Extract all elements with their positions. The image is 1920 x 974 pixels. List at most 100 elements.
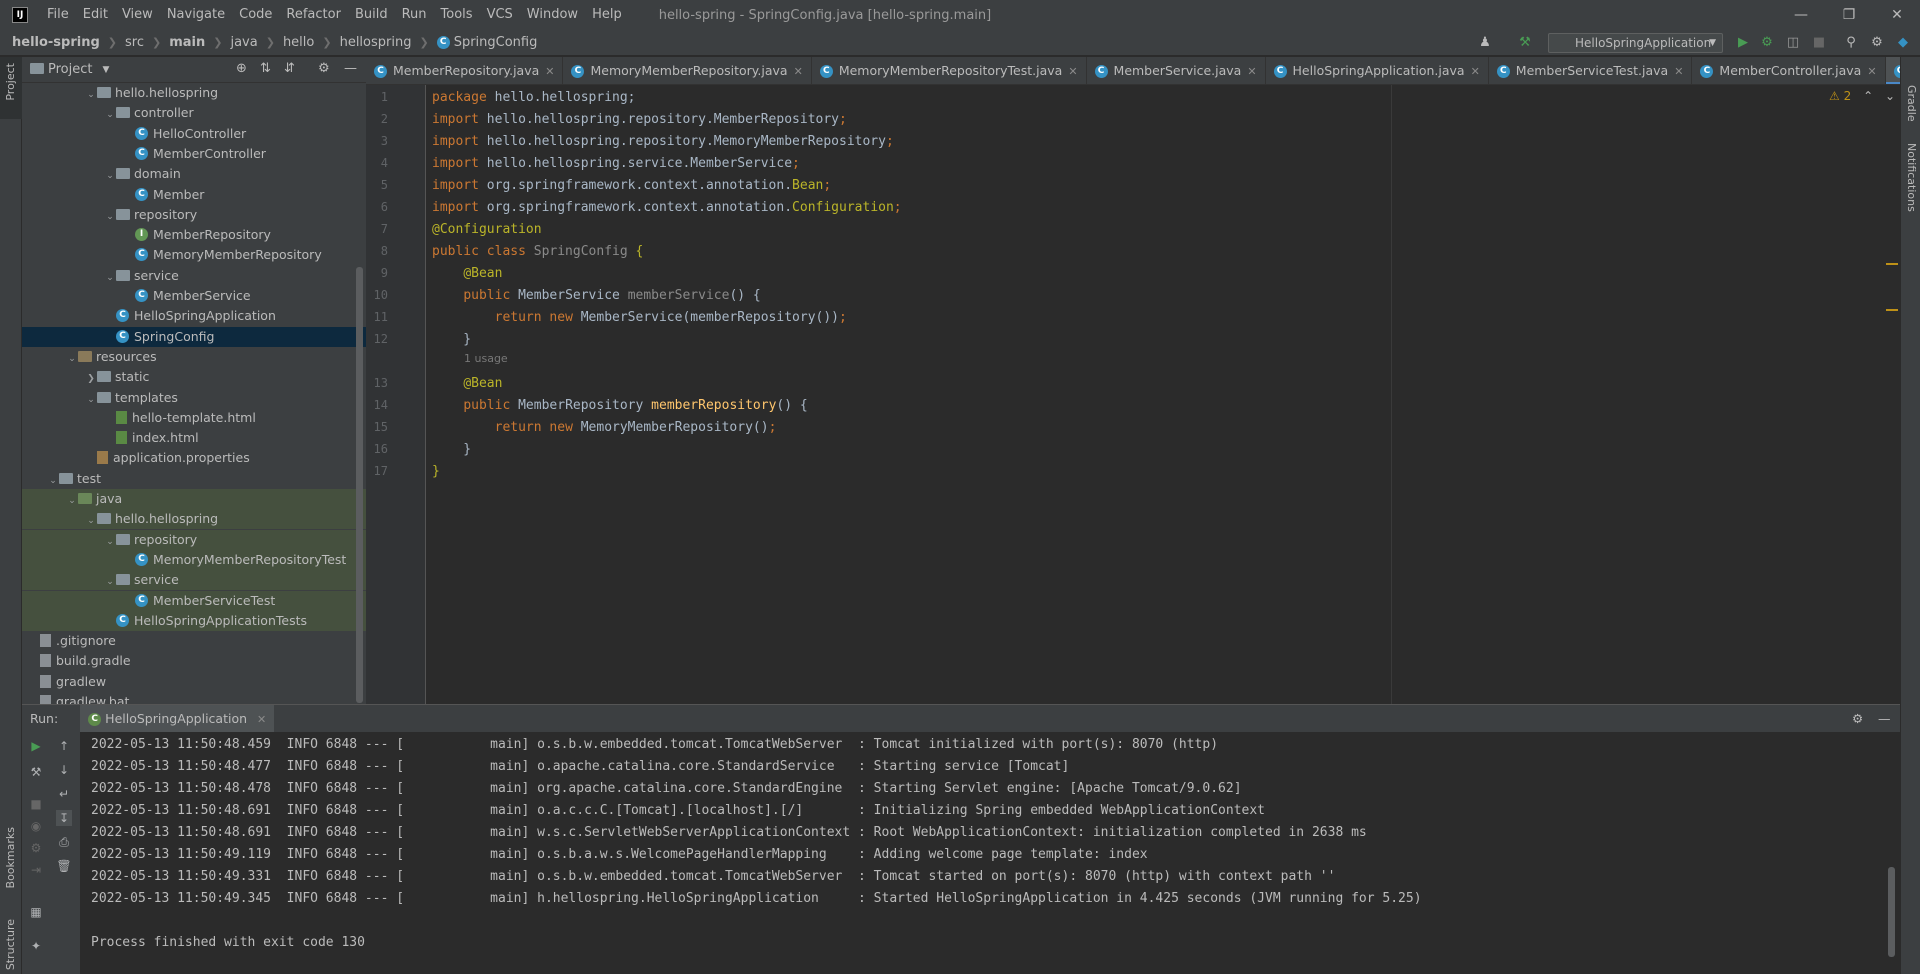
wrench-icon[interactable]: ⚒ [28, 764, 44, 780]
tree-item[interactable]: ⌄ service [22, 266, 366, 286]
gradle-tool-label[interactable]: Gradle [1905, 85, 1918, 122]
tree-item[interactable]: ⌄ controller [22, 103, 366, 123]
expand-arrow-icon[interactable]: ⌄ [104, 572, 116, 592]
tree-item[interactable]: ⌄ templates [22, 388, 366, 408]
tree-item[interactable]: ⌄ java [22, 489, 366, 509]
tree-item[interactable]: C SpringConfig [22, 326, 366, 347]
breadcrumb-item[interactable]: main [169, 35, 205, 50]
expand-all-icon[interactable]: ⇅ [260, 61, 271, 76]
close-icon[interactable]: ✕ [1867, 65, 1876, 78]
settings-gear-icon[interactable]: ⚙ [1868, 34, 1886, 52]
usage-hint[interactable]: 1 usage [464, 352, 508, 365]
project-tool-button[interactable]: Project [0, 57, 22, 119]
tree-item[interactable]: ⌄ resources [22, 347, 366, 367]
menu-view[interactable]: View [115, 0, 160, 30]
down-arrow-icon[interactable]: ↓ [56, 762, 72, 778]
editor-tab[interactable]: C MemoryMemberRepository.java ✕ [563, 57, 812, 84]
close-icon[interactable]: ✕ [794, 65, 803, 78]
trash-icon[interactable]: 🗑 [56, 858, 72, 874]
user-icon[interactable]: ♟ [1476, 34, 1494, 52]
editor-tab[interactable]: C MemberController.java ✕ [1692, 57, 1886, 84]
layout-icon[interactable]: ▦ [28, 904, 44, 920]
pin-icon[interactable]: ✦ [28, 938, 44, 954]
console-output[interactable]: 2022-05-13 11:50:48.459 INFO 6848 --- [ … [80, 732, 1900, 974]
expand-arrow-icon[interactable]: ⌄ [104, 532, 116, 552]
breadcrumb-item[interactable]: src [125, 35, 144, 50]
menu-tools[interactable]: Tools [434, 0, 480, 30]
menu-window[interactable]: Window [520, 0, 585, 30]
tree-item[interactable]: ❯ static [22, 367, 366, 387]
menu-refactor[interactable]: Refactor [279, 0, 348, 30]
editor-tab[interactable]: C MemberService.java ✕ [1087, 57, 1266, 84]
structure-tool-label[interactable]: Structure [4, 919, 17, 970]
project-scrollbar[interactable] [356, 267, 363, 703]
breadcrumb-item[interactable]: hello-spring [12, 35, 100, 50]
close-icon[interactable]: ✕ [1247, 65, 1256, 78]
editor-tab[interactable]: C HelloSpringApplication.java ✕ [1266, 57, 1489, 84]
tree-item[interactable]: hello-template.html [22, 408, 366, 428]
exit-icon[interactable]: ⇥ [28, 862, 44, 878]
build-hammer-icon[interactable]: ⚒ [1516, 34, 1534, 52]
run-configuration-select[interactable]: HelloSpringApplication ▼ [1548, 33, 1723, 53]
tree-item[interactable]: ⌄ hello.hellospring [22, 509, 366, 530]
minimize-icon[interactable]: — [1778, 0, 1824, 30]
search-icon[interactable]: ⚲ [1842, 34, 1860, 52]
locate-icon[interactable]: ⊕ [236, 61, 247, 76]
print-icon[interactable]: ⎙ [56, 834, 72, 850]
tree-item[interactable]: C MemberController [22, 144, 366, 164]
editor-tab[interactable]: C MemberServiceTest.java ✕ [1489, 57, 1693, 84]
tree-item[interactable]: C HelloSpringApplication [22, 306, 366, 326]
scroll-to-end-icon[interactable]: ↧ [56, 810, 72, 826]
close-icon[interactable]: ✕ [1068, 65, 1077, 78]
menu-edit[interactable]: Edit [76, 0, 115, 30]
code-editor[interactable]: ⚠ 2 ⌃ ⌄ package hello.hellospring; import… [427, 85, 1900, 704]
options-gear-icon[interactable]: ⚙ [318, 61, 330, 76]
editor-tab[interactable]: C MemberRepository.java ✕ [366, 57, 564, 84]
tree-item[interactable]: ⌄ hello.hellospring [22, 83, 366, 103]
expand-arrow-icon[interactable]: ⌄ [104, 105, 116, 125]
collapse-all-icon[interactable]: ⇵ [284, 61, 295, 76]
notifications-tool-label[interactable]: Notifications [1905, 143, 1918, 212]
next-highlight-icon[interactable]: ⌄ [1885, 89, 1895, 103]
breadcrumb-item[interactable]: hellospring [340, 35, 412, 50]
close-icon[interactable]: ✕ [1674, 65, 1683, 78]
warning-indicator[interactable]: ⚠ 2 ⌃ ⌄ [1829, 89, 1895, 103]
tree-item[interactable]: C MemoryMemberRepositoryTest [22, 549, 366, 570]
menu-code[interactable]: Code [232, 0, 279, 30]
tree-item[interactable]: C MemberServiceTest [22, 590, 366, 611]
tree-item[interactable]: C MemoryMemberRepository [22, 245, 366, 265]
tree-item[interactable]: C MemberService [22, 286, 366, 306]
breadcrumb-item[interactable]: hello [283, 35, 314, 50]
run-tab[interactable]: C HelloSpringApplication ✕ [80, 704, 275, 733]
expand-arrow-icon[interactable]: ⌄ [85, 85, 97, 105]
bookmarks-tool-label[interactable]: Bookmarks [4, 827, 17, 888]
warning-stripe-mark[interactable] [1886, 263, 1898, 265]
stop-icon[interactable]: ■ [28, 796, 44, 812]
tree-item[interactable]: ⌄ service [22, 570, 366, 592]
tree-item[interactable]: I MemberRepository [22, 225, 366, 245]
menu-vcs[interactable]: VCS [480, 0, 520, 30]
expand-arrow-icon[interactable]: ⌄ [104, 268, 116, 288]
run-settings-gear-icon[interactable]: ⚙ [1852, 711, 1863, 726]
breadcrumb-item[interactable]: SpringConfig [454, 35, 538, 50]
tree-item[interactable]: ⌄ repository [22, 205, 366, 225]
expand-arrow-icon[interactable]: ⌄ [47, 471, 59, 491]
tree-item[interactable]: gradlew [22, 672, 366, 692]
expand-arrow-icon[interactable]: ⌄ [85, 390, 97, 410]
expand-arrow-icon[interactable]: ⌄ [66, 491, 78, 511]
menu-help[interactable]: Help [585, 0, 629, 30]
previous-highlight-icon[interactable]: ⌃ [1863, 89, 1873, 103]
close-window-icon[interactable]: ✕ [1874, 0, 1920, 30]
tree-item[interactable]: C HelloController [22, 124, 366, 144]
menu-navigate[interactable]: Navigate [160, 0, 232, 30]
camera-icon[interactable]: ◉ [28, 818, 44, 834]
editor-tab[interactable]: C MemoryMemberRepositoryTest.java ✕ [812, 57, 1087, 84]
editor-tab[interactable]: CSpringConfig.java✕ [1885, 57, 1900, 84]
tree-item[interactable]: ⌄ repository [22, 529, 366, 552]
run-icon[interactable]: ▶ [1734, 34, 1752, 52]
expand-arrow-icon[interactable]: ⌄ [104, 166, 116, 186]
expand-arrow-icon[interactable]: ⌄ [104, 207, 116, 227]
coverage-icon[interactable]: ◫ [1784, 34, 1802, 52]
menu-run[interactable]: Run [395, 0, 434, 30]
stop-icon[interactable]: ■ [1810, 34, 1828, 52]
